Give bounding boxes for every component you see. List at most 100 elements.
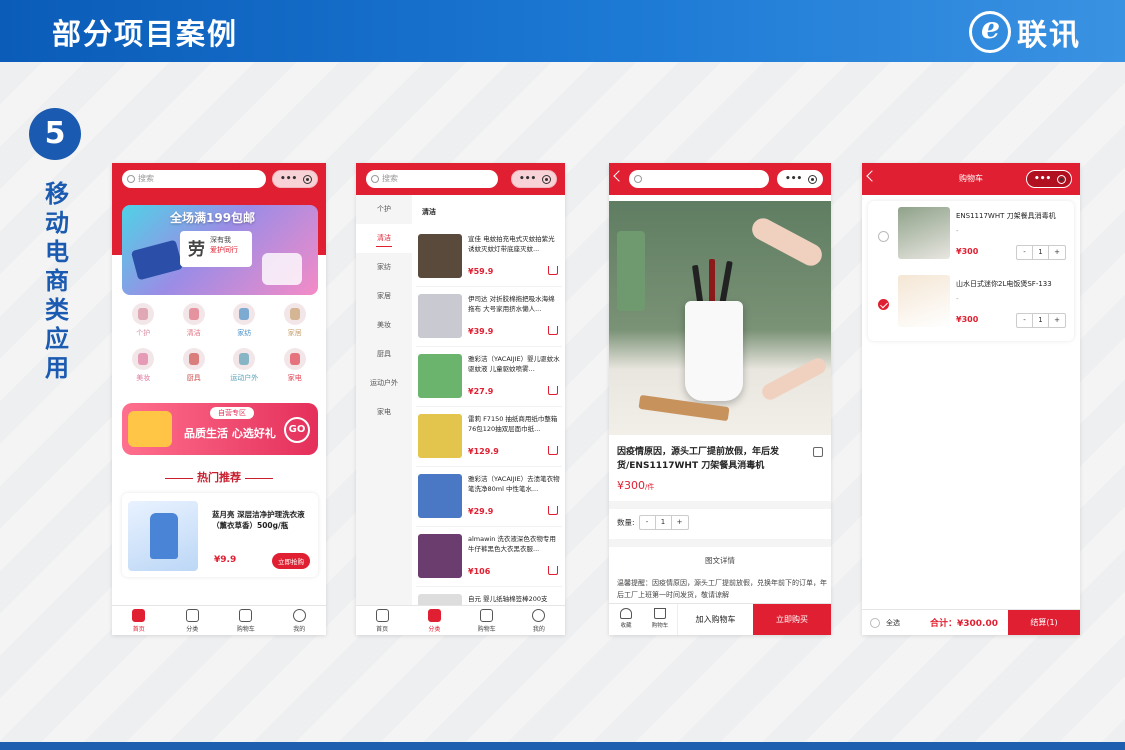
product-price: ¥9.9	[214, 555, 237, 565]
tab-cart[interactable]: 购物车	[219, 606, 273, 635]
sidebar-item[interactable]: 家纺	[356, 253, 412, 282]
select-all-checkbox[interactable]	[870, 618, 880, 628]
tab-home[interactable]: 首页	[112, 606, 166, 635]
plus-button[interactable]: +	[1049, 246, 1065, 259]
quantity-value[interactable]: 1	[1033, 246, 1049, 259]
close-circle-icon[interactable]	[303, 175, 312, 184]
self-operated-banner[interactable]: 自营专区 品质生活 心选好礼 GO	[122, 403, 318, 455]
tab-category[interactable]: 分类	[166, 606, 220, 635]
plus-button[interactable]: +	[672, 516, 688, 529]
sidebar-item[interactable]: 家居	[356, 282, 412, 311]
plus-button[interactable]: +	[1049, 314, 1065, 327]
add-cart-icon[interactable]	[548, 266, 558, 275]
home-icon	[375, 609, 389, 622]
more-icon[interactable]: •••	[519, 174, 536, 184]
add-cart-icon[interactable]	[548, 446, 558, 455]
cart-item[interactable]: ENS1117WHT 刀架餐具消毒机 - ¥300 - 1 +	[868, 203, 1074, 269]
search-input[interactable]: 搜索	[366, 170, 498, 188]
favorite-button[interactable]: 收藏	[609, 604, 643, 635]
user-icon	[292, 609, 306, 622]
cart-button[interactable]: 购物车	[643, 604, 677, 635]
close-circle-icon[interactable]	[808, 175, 817, 184]
search-input[interactable]	[629, 170, 769, 188]
add-cart-icon[interactable]	[548, 506, 558, 515]
list-item[interactable]: 伊司达 对折胶棉拖把吸水海绵拖布 大号家用挤水懒人... ¥39.9	[416, 287, 562, 347]
quantity-value[interactable]: 1	[1033, 314, 1049, 327]
list-item[interactable]: almawin 洗衣液深色衣物专用牛仔裤黑色大衣黑衣服... ¥106	[416, 527, 562, 587]
miniapp-capsule[interactable]: •••	[272, 170, 318, 188]
more-icon[interactable]: •••	[280, 174, 297, 184]
hot-recommend-title: 热门推荐	[112, 469, 326, 485]
section-number-badge: 5	[29, 108, 81, 160]
price-value: ¥300	[617, 479, 645, 492]
cart-item[interactable]: 山水日式迷你2L电饭煲SF-133 - ¥300 - 1 +	[868, 271, 1074, 337]
promo-banner[interactable]: 全场满199包邮 劳 深有我 爱护同行	[122, 205, 318, 295]
quantity-value[interactable]: 1	[656, 516, 672, 529]
phone-cart-screen: 购物车 ••• ENS1117WHT 刀架餐具消毒机 - ¥300 - 1 + …	[862, 163, 1080, 635]
more-icon[interactable]: •••	[1034, 174, 1051, 184]
tab-cart[interactable]: 购物车	[461, 606, 513, 635]
add-cart-icon[interactable]	[548, 386, 558, 395]
tab-mine[interactable]: 我的	[273, 606, 327, 635]
heart-icon	[620, 608, 632, 619]
category-item[interactable]: 美妆	[118, 348, 169, 383]
back-arrow-icon[interactable]	[613, 170, 625, 182]
more-icon[interactable]: •••	[785, 174, 802, 184]
item-checkbox[interactable]	[878, 231, 889, 242]
product-card[interactable]: 蓝月亮 深层洁净护理洗衣液（薰衣草香）500g/瓶 ¥9.9 立即抢购	[122, 493, 318, 577]
cart-icon	[239, 609, 253, 622]
product-holder-image	[685, 301, 743, 401]
item-checkbox-checked[interactable]	[878, 299, 889, 310]
search-input[interactable]: 搜索	[122, 170, 266, 188]
list-item[interactable]: 雅彩洁（YACAIJIE）去渍笔衣物笔洗净80ml 中性笔水... ¥29.9	[416, 467, 562, 527]
sidebar-item[interactable]: 家电	[356, 398, 412, 427]
quantity-label: 数量:	[617, 518, 635, 527]
tab-mine[interactable]: 我的	[513, 606, 565, 635]
checkout-button[interactable]: 结算(1)	[1008, 610, 1080, 635]
price-unit: /件	[645, 483, 655, 491]
minus-button[interactable]: -	[1017, 246, 1033, 259]
tab-category[interactable]: 分类	[408, 606, 460, 635]
miniapp-capsule[interactable]: •••	[511, 170, 557, 188]
category-item[interactable]: 家居	[270, 303, 321, 338]
category-item[interactable]: 清洁	[169, 303, 220, 338]
list-item[interactable]: 雅彩洁（YACAIJIE）婴儿驱蚊水 驱蚊液 儿童驱蚊喷雾... ¥27.9	[416, 347, 562, 407]
quantity-stepper[interactable]: - 1 +	[1016, 313, 1066, 328]
go-button[interactable]: GO	[284, 417, 310, 443]
list-item[interactable]: 宣佳 电蚊拍充电式灭蚊拍紫光诱蚊灭蚊灯带底座灭蚊... ¥59.9	[416, 227, 562, 287]
close-circle-icon[interactable]	[542, 175, 551, 184]
buy-now-button[interactable]: 立即购买	[753, 604, 831, 635]
category-item[interactable]: 厨具	[169, 348, 220, 383]
list-item[interactable]: 雷莉 F7150 抽纸商用纸巾整箱76包120抽双层面巾纸... ¥129.9	[416, 407, 562, 467]
minus-button[interactable]: -	[640, 516, 656, 529]
bottom-accent-bar	[0, 742, 1125, 750]
phone-product-detail-screen: ••• 因疫情原因，源头工厂提前放假，年后发货/ENS1117WHT 刀架餐具消…	[609, 163, 831, 635]
sidebar-item[interactable]: 个护	[356, 195, 412, 224]
category-item[interactable]: 家电	[270, 348, 321, 383]
sidebar-item[interactable]: 运动户外	[356, 369, 412, 398]
quantity-stepper[interactable]: - 1 +	[1016, 245, 1066, 260]
miniapp-capsule[interactable]: •••	[777, 170, 823, 188]
product-price: ¥29.9	[468, 507, 494, 516]
close-circle-icon[interactable]	[1057, 175, 1066, 184]
tab-bar: 首页 分类 购物车 我的	[112, 605, 326, 635]
buy-now-button[interactable]: 立即抢购	[272, 553, 310, 569]
category-item[interactable]: 运动户外	[219, 348, 270, 383]
tab-home[interactable]: 首页	[356, 606, 408, 635]
sidebar-item-active[interactable]: 清洁	[356, 224, 412, 253]
minus-button[interactable]: -	[1017, 314, 1033, 327]
add-cart-icon[interactable]	[548, 566, 558, 575]
category-item[interactable]: 家纺	[219, 303, 270, 338]
promo-product-image	[262, 253, 302, 285]
promo-big-text: 劳	[188, 240, 205, 260]
miniapp-capsule[interactable]: •••	[1026, 170, 1072, 188]
share-icon[interactable]	[813, 447, 823, 457]
category-item[interactable]: 个护	[118, 303, 169, 338]
sidebar-item[interactable]: 厨具	[356, 340, 412, 369]
sidebar-item[interactable]: 美妆	[356, 311, 412, 340]
action-bar: 收藏 购物车 加入购物车 立即购买	[609, 603, 831, 635]
add-to-cart-button[interactable]: 加入购物车	[677, 604, 753, 635]
quantity-stepper[interactable]: - 1 +	[638, 515, 689, 530]
product-price: ¥27.9	[468, 387, 494, 396]
add-cart-icon[interactable]	[548, 326, 558, 335]
